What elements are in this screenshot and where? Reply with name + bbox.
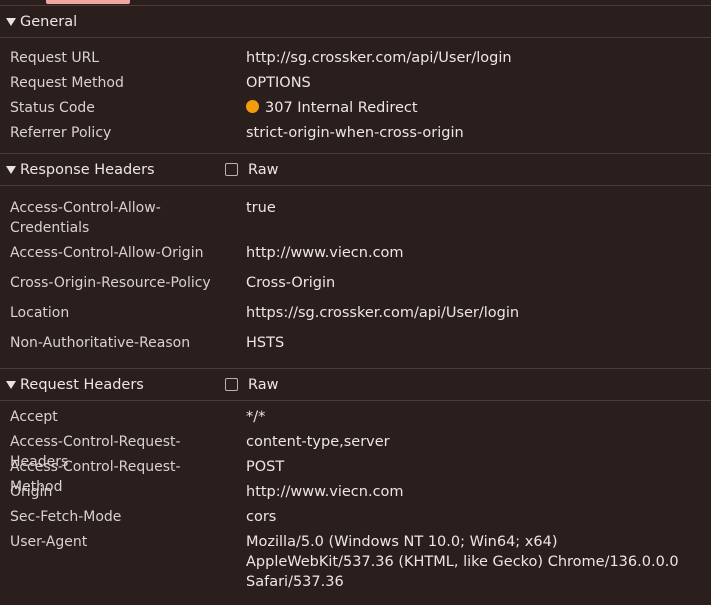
section-title-response-headers[interactable]: Response Headers [20, 162, 155, 178]
header-key: Non-Authoritative-Reason [10, 335, 191, 351]
raw-label[interactable]: Raw [248, 162, 279, 178]
header-value: HSTS [246, 335, 285, 351]
header-value: cors [246, 509, 277, 525]
header-value: Mozilla/5.0 (Windows NT 10.0; Win64; x64… [246, 534, 679, 590]
header-key: Location [10, 305, 70, 321]
section-header-general[interactable]: General [0, 6, 711, 38]
triangle-down-icon[interactable] [6, 380, 16, 389]
triangle-down-icon[interactable] [6, 17, 16, 26]
header-value-status: 307 Internal Redirect [246, 98, 711, 118]
section-title-request-headers[interactable]: Request Headers [20, 377, 144, 393]
header-key: Cross-Origin-Resource-Policy [10, 275, 211, 291]
header-value: strict-origin-when-cross-origin [246, 125, 464, 141]
header-key: Sec-Fetch-Mode [10, 509, 122, 525]
header-key: Request URL [10, 50, 100, 66]
active-tab-indicator [46, 0, 130, 4]
raw-checkbox[interactable] [225, 378, 238, 391]
header-value: content-type,server [246, 434, 390, 450]
header-value: https://sg.crossker.com/api/User/login [246, 305, 520, 321]
raw-label[interactable]: Raw [248, 377, 279, 393]
section-header-response-headers[interactable]: Response Headers Raw [0, 154, 711, 186]
section-title-general[interactable]: General [20, 14, 77, 30]
header-key: Referrer Policy [10, 125, 112, 141]
header-key: User-Agent [10, 534, 88, 550]
header-key: Accept [10, 409, 58, 425]
header-value: POST [246, 459, 285, 475]
raw-toggle-request[interactable]: Raw [225, 377, 279, 393]
status-text: 307 Internal Redirect [265, 100, 418, 116]
header-key: Origin [10, 484, 53, 500]
status-dot-icon [246, 100, 259, 113]
header-key: Access-Control-Allow-Credentials [10, 200, 161, 236]
header-value: OPTIONS [246, 75, 311, 91]
triangle-down-icon[interactable] [6, 165, 16, 174]
raw-checkbox[interactable] [225, 163, 238, 176]
header-key: Access-Control-Allow-Origin [10, 245, 204, 261]
header-value: Cross-Origin [246, 275, 336, 291]
raw-toggle-response[interactable]: Raw [225, 162, 279, 178]
header-value: */* [246, 409, 266, 425]
header-key: Request Method [10, 75, 124, 91]
section-header-request-headers[interactable]: Request Headers Raw [0, 369, 711, 401]
header-value: http://www.viecn.com [246, 484, 404, 500]
header-value: http://www.viecn.com [246, 245, 404, 261]
header-value: true [246, 200, 276, 216]
header-key: Status Code [10, 100, 95, 116]
header-value: http://sg.crossker.com/api/User/login [246, 50, 512, 66]
